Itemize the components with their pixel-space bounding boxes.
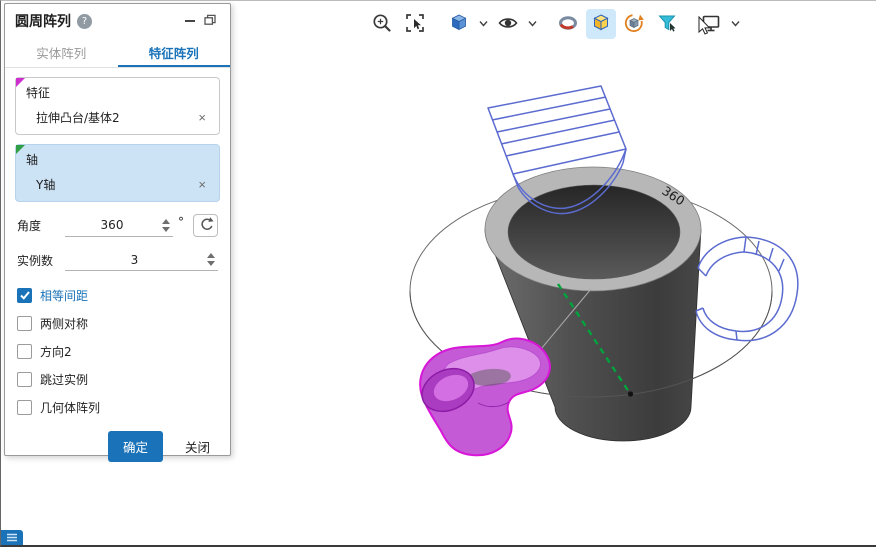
display-settings-icon bbox=[700, 12, 722, 37]
chevron-down-icon bbox=[730, 17, 741, 32]
reverse-direction-button[interactable] bbox=[193, 214, 218, 237]
option-direction-2[interactable]: 方向2 bbox=[15, 337, 220, 365]
option-symmetric[interactable]: 两侧对称 bbox=[15, 309, 220, 337]
visibility-dropdown[interactable] bbox=[526, 9, 539, 39]
angle-value[interactable]: 360 bbox=[65, 218, 159, 232]
chevron-down-icon bbox=[527, 17, 538, 32]
view-orientation-cube-icon bbox=[448, 12, 470, 37]
circular-pattern-dialog: 圆周阵列 ? 实体阵列 特征阵列 特征 拉伸凸台/基体2 × 轴 Y轴 × 角度… bbox=[4, 3, 231, 462]
bottom-panel-toggle-button[interactable] bbox=[1, 530, 23, 545]
instance-count-input[interactable]: 3 bbox=[65, 249, 218, 271]
feature-selection-group[interactable]: 特征 拉伸凸台/基体2 × bbox=[15, 77, 220, 135]
selected-axis-item[interactable]: Y轴 × bbox=[24, 173, 213, 196]
axis-endpoint bbox=[627, 391, 634, 397]
view-orientation-dropdown[interactable] bbox=[477, 9, 490, 39]
option-geometry-pattern[interactable]: 几何体阵列 bbox=[15, 393, 220, 421]
instance-count-label: 实例数 bbox=[17, 253, 54, 268]
checkbox-checked-icon[interactable] bbox=[17, 287, 32, 303]
chevron-down-icon bbox=[478, 17, 489, 32]
checkbox-unchecked-icon[interactable] bbox=[17, 399, 32, 415]
selected-feature-boss-extrude[interactable] bbox=[415, 337, 551, 457]
view-toolbar bbox=[367, 9, 742, 39]
dialog-header: 圆周阵列 ? bbox=[5, 4, 230, 38]
feature-group-label: 特征 bbox=[26, 86, 51, 100]
zoom-button[interactable] bbox=[367, 9, 397, 39]
rotate-view-icon bbox=[623, 12, 645, 37]
visibility-button[interactable] bbox=[493, 9, 523, 39]
dialog-title: 圆周阵列 bbox=[15, 14, 71, 30]
angle-row: 角度 360 ° bbox=[17, 214, 218, 237]
option-list: 相等间距 两侧对称 方向2 跳过实例 几何体阵列 bbox=[15, 281, 220, 421]
restore-window-icon bbox=[203, 13, 217, 30]
app-window: 360 圆周阵列 ? 实体阵列 特征阵列 特征 拉伸凸台/基体2 × 轴 Y轴 … bbox=[0, 0, 876, 547]
checkbox-unchecked-icon[interactable] bbox=[17, 343, 32, 359]
selected-axis-name: Y轴 bbox=[36, 178, 56, 192]
float-window-button[interactable] bbox=[200, 11, 220, 31]
instance-count-value[interactable]: 3 bbox=[65, 253, 204, 267]
minimize-button[interactable] bbox=[180, 11, 200, 31]
option-equal-spacing[interactable]: 相等间距 bbox=[15, 281, 220, 309]
checkbox-unchecked-icon[interactable] bbox=[17, 371, 32, 387]
dialog-body: 特征 拉伸凸台/基体2 × 轴 Y轴 × 角度 360 ° 实例数 3 相等间距… bbox=[5, 68, 230, 421]
checkbox-unchecked-icon[interactable] bbox=[17, 315, 32, 331]
section-view-icon bbox=[557, 12, 579, 37]
remove-axis-button[interactable]: × bbox=[193, 177, 211, 192]
box-select-icon bbox=[404, 12, 426, 37]
option-skip-instances[interactable]: 跳过实例 bbox=[15, 365, 220, 393]
pattern-preview-right bbox=[695, 236, 799, 342]
reverse-direction-icon bbox=[198, 216, 214, 235]
view-orientation-button[interactable] bbox=[444, 9, 474, 39]
zoom-icon bbox=[371, 12, 393, 37]
selection-filter-icon bbox=[656, 12, 678, 37]
display-settings-dropdown[interactable] bbox=[729, 9, 742, 39]
selected-feature-item[interactable]: 拉伸凸台/基体2 × bbox=[24, 106, 213, 129]
tab-solid-pattern[interactable]: 实体阵列 bbox=[5, 38, 118, 67]
minimize-icon bbox=[185, 20, 195, 22]
axis-group-label: 轴 bbox=[26, 153, 39, 167]
selection-filter-button[interactable] bbox=[652, 9, 682, 39]
selected-feature-name: 拉伸凸台/基体2 bbox=[36, 111, 120, 125]
angle-input[interactable]: 360 bbox=[65, 215, 173, 237]
pattern-type-tabs: 实体阵列 特征阵列 bbox=[5, 38, 230, 68]
angle-stepper[interactable] bbox=[159, 218, 173, 232]
shaded-view-cube-icon bbox=[590, 12, 612, 37]
shaded-view-button[interactable] bbox=[586, 9, 616, 39]
instance-count-row: 实例数 3 bbox=[17, 249, 218, 271]
feature-status-marker-icon bbox=[16, 78, 25, 87]
section-view-button[interactable] bbox=[553, 9, 583, 39]
close-button[interactable]: 关闭 bbox=[179, 436, 216, 457]
box-select-button[interactable] bbox=[400, 9, 430, 39]
cylinder-model[interactable] bbox=[484, 166, 702, 442]
axis-status-marker-icon bbox=[16, 145, 25, 154]
remove-feature-button[interactable]: × bbox=[193, 110, 211, 125]
instance-count-stepper[interactable] bbox=[204, 253, 218, 266]
ok-button[interactable]: 确定 bbox=[107, 431, 163, 462]
axis-selection-group[interactable]: 轴 Y轴 × bbox=[15, 144, 220, 202]
rotate-view-button[interactable] bbox=[619, 9, 649, 39]
tab-feature-pattern[interactable]: 特征阵列 bbox=[118, 38, 231, 67]
degree-unit: ° bbox=[178, 214, 184, 229]
angle-label: 角度 bbox=[17, 219, 42, 233]
display-settings-button[interactable] bbox=[696, 9, 726, 39]
help-icon[interactable]: ? bbox=[77, 13, 92, 29]
visibility-eye-icon bbox=[497, 12, 519, 37]
dialog-footer: 确定 关闭 bbox=[5, 421, 230, 476]
panel-list-icon bbox=[6, 530, 18, 545]
